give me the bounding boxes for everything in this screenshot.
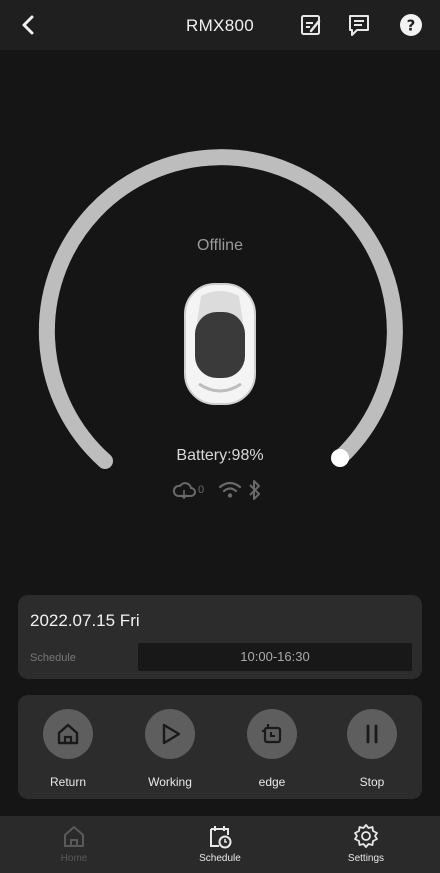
main-panel: Offline Battery:98% 0 2022.07.15 Fri Sch…	[0, 50, 440, 816]
edge-icon	[262, 724, 282, 744]
edit-note-icon[interactable]	[296, 10, 326, 40]
cloud-count: 0	[198, 484, 205, 496]
return-button[interactable]: Return	[28, 709, 108, 789]
stop-label: Stop	[359, 775, 385, 789]
edge-button[interactable]: edge	[232, 709, 312, 789]
nav-schedule-label: Schedule	[199, 853, 241, 864]
gear-icon	[354, 824, 378, 848]
bluetooth-icon	[249, 480, 260, 500]
calendar-clock-icon	[210, 826, 232, 849]
bottom-nav: Home Schedule Settings	[0, 816, 440, 873]
stop-button[interactable]: Stop	[332, 709, 412, 789]
help-icon[interactable]: ?	[396, 10, 426, 40]
nav-home[interactable]: Home	[29, 822, 119, 872]
pause-icon	[366, 724, 378, 744]
home-icon	[57, 723, 79, 745]
connectivity-status: 0	[170, 478, 270, 502]
working-button[interactable]: Working	[130, 709, 210, 789]
cloud-icon	[172, 482, 196, 500]
edge-label: edge	[258, 775, 286, 789]
schedule-date: 2022.07.15 Fri	[30, 611, 140, 630]
return-label: Return	[49, 775, 87, 789]
schedule-label: Schedule	[30, 652, 76, 664]
actions-card: Return Working edge Stop	[18, 695, 422, 799]
wifi-icon	[218, 481, 242, 498]
battery-level: Battery:98%	[176, 447, 264, 464]
nav-settings-label: Settings	[347, 853, 385, 864]
svg-text:?: ?	[407, 17, 416, 35]
top-bar: RMX800 ?	[0, 0, 440, 50]
page-title: RMX800	[186, 16, 254, 35]
nav-settings[interactable]: Settings	[321, 822, 411, 872]
play-icon	[162, 723, 181, 745]
working-label: Working	[148, 775, 192, 789]
schedule-card[interactable]: 2022.07.15 Fri Schedule 10:00-16:30	[18, 595, 422, 679]
nav-schedule[interactable]: Schedule	[175, 822, 265, 872]
schedule-time: 10:00-16:30	[138, 643, 412, 671]
mower-icon	[184, 283, 256, 405]
home-icon	[64, 826, 84, 847]
message-icon[interactable]	[344, 10, 374, 40]
nav-home-label: Home	[60, 853, 88, 864]
device-status: Offline	[197, 237, 243, 254]
